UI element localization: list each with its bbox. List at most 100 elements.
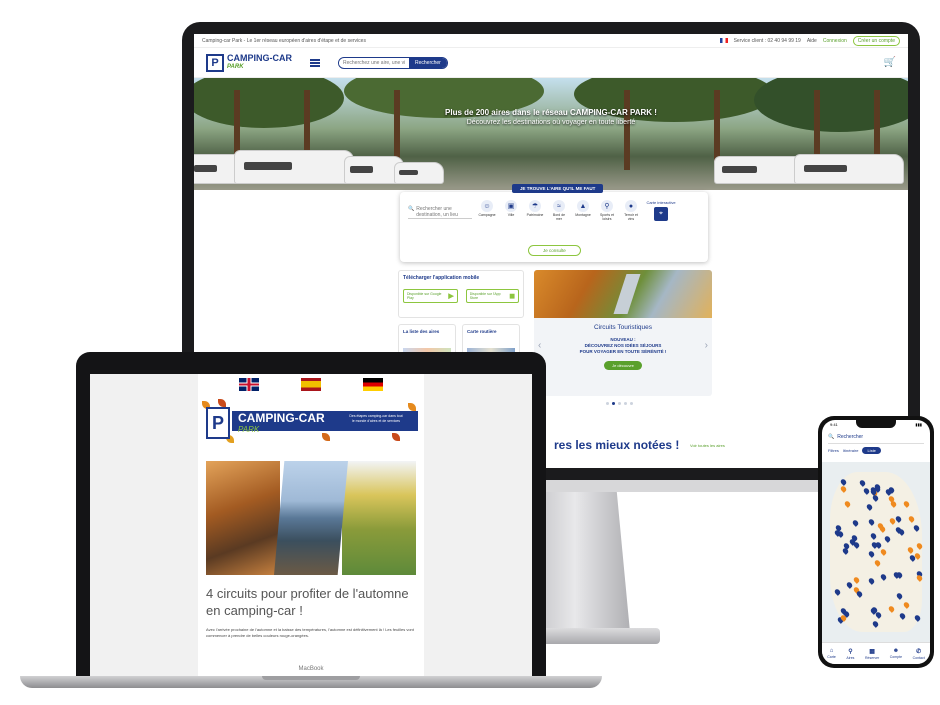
park-photo: [342, 461, 416, 575]
coast-photo: [274, 461, 348, 575]
bike-icon: ⚲: [601, 200, 613, 212]
category-sports[interactable]: ⚲ Sports et loisirs: [598, 200, 616, 221]
list-toggle[interactable]: Liste: [862, 447, 881, 454]
top-info-strip: Camping-car Park - Le 1er réseau europée…: [194, 34, 908, 48]
app-box-title: Télécharger l'application mobile: [403, 275, 480, 281]
tab-carte[interactable]: ⌂ Carte: [827, 648, 836, 659]
phone-search[interactable]: 🔍 Rechercher: [828, 434, 924, 444]
menu-icon[interactable]: [310, 58, 320, 67]
cart-icon[interactable]: 🛒: [884, 57, 896, 68]
category-montagne[interactable]: ▲ Montagne: [574, 200, 592, 217]
beach-icon: ☂: [529, 200, 541, 212]
finder-submit-button[interactable]: Je consulte: [528, 245, 581, 256]
forest-photo: [206, 461, 280, 575]
tab-compte[interactable]: ☻ Compte: [890, 648, 902, 659]
circuit-discover-button[interactable]: Je découvre: [604, 361, 642, 370]
circuits-carousel: ‹ › Circuits Touristiques NOUVEAU : DÉCO…: [534, 270, 712, 396]
newsletter-brand-sub: PARK: [238, 425, 260, 434]
circuit-title: Circuits Touristiques: [593, 324, 653, 331]
tab-contact[interactable]: ✆ Contact: [913, 648, 925, 660]
city-icon: ▣: [505, 200, 517, 212]
carousel-dots[interactable]: [606, 402, 633, 405]
help-link[interactable]: Aide: [807, 38, 817, 44]
language-flags: [198, 374, 424, 391]
category-campagne[interactable]: ☺ Campagne: [478, 200, 496, 217]
newsletter-email: P CAMPING-CAR PARK Des étapes camping-car…: [198, 374, 424, 676]
carousel-next-icon[interactable]: ›: [705, 340, 708, 351]
spain-flag-icon[interactable]: [301, 378, 321, 391]
category-ville[interactable]: ▣ Ville: [502, 200, 520, 217]
finder-tab[interactable]: JE TROUVE L'AIRE QU'IL ME FAUT: [512, 184, 604, 193]
autumn-photos: [206, 461, 416, 575]
user-icon: ☻: [892, 648, 900, 654]
language-flag-icon[interactable]: [719, 38, 728, 43]
newsletter-logo: P: [206, 407, 230, 439]
macbook-label: MacBook: [298, 666, 324, 672]
newsletter-body: Avec l'arrivée prochaine de l'automne et…: [206, 627, 414, 638]
phone-time: 9:41: [830, 422, 838, 427]
drop-icon: ●: [625, 200, 637, 212]
newsletter-brand: CAMPING-CAR: [238, 411, 325, 425]
site-logo[interactable]: P CAMPING-CAR PARK: [206, 52, 292, 72]
battery-icon: ▮▮▮: [915, 422, 922, 427]
tab-aires[interactable]: ⚲ Aires: [846, 648, 854, 660]
magnifier-icon: 🔍: [408, 206, 415, 212]
lake-icon: ≈: [553, 200, 565, 212]
app-store-button[interactable]: Disponible sur l'App Store ◼: [465, 289, 519, 303]
best-rated-link[interactable]: Voir toutes les aires: [690, 443, 725, 448]
logo-p-icon: P: [206, 53, 224, 72]
macbook-notch: [262, 676, 360, 680]
map-icon: ⌂: [829, 648, 834, 654]
signup-button[interactable]: Créer un compte: [852, 35, 900, 46]
mobile-app-box: Télécharger l'application mobile Disponi…: [398, 270, 524, 318]
circuit-photo: [534, 270, 712, 318]
filters-button[interactable]: Filtres: [828, 448, 839, 453]
phone-notch: [856, 420, 896, 428]
circuit-body: NOUVEAU : DÉCOUVREZ NOS IDÉES SÉJOURS PO…: [579, 337, 667, 354]
login-link[interactable]: Connexion: [823, 38, 847, 44]
macbook-lid: P CAMPING-CAR PARK Des étapes camping-car…: [76, 352, 546, 676]
magnifier-icon: 🔍: [828, 434, 835, 440]
google-play-button[interactable]: Disponible sur Google Play ▶: [403, 289, 458, 303]
device-mockup-scene: Camping-car Park - Le 1er réseau europée…: [0, 0, 940, 705]
site-search-bar: Rechercher: [338, 56, 448, 69]
best-rated-title: res les mieux notées !: [554, 438, 680, 452]
logo-sub: PARK: [227, 63, 244, 70]
germany-flag-icon[interactable]: [363, 378, 383, 391]
mountain-icon: ▲: [577, 200, 589, 212]
apple-icon: ◼: [509, 293, 515, 300]
newsletter-banner: P CAMPING-CAR PARK Des étapes camping-car…: [202, 399, 418, 445]
route-button[interactable]: Itinéraire: [843, 448, 859, 453]
hero-banner: Plus de 200 aires dans le réseau CAMPING…: [194, 78, 908, 190]
site-search-input[interactable]: [339, 59, 409, 66]
customer-service-phone[interactable]: Service client : 02 40 94 99 19: [734, 38, 801, 44]
map-pin-icon: ⌖: [654, 207, 668, 221]
uk-flag-icon[interactable]: [239, 378, 259, 391]
area-finder-card: JE TROUVE L'AIRE QU'IL ME FAUT 🔍 Recherch…: [400, 184, 708, 262]
newsletter-tagline: Des étapes camping-car dans tout le mond…: [349, 414, 403, 423]
hero-subline: Découvrez les destinations où voyager en…: [466, 119, 636, 126]
tab-reserver[interactable]: ▦ Réserver: [865, 648, 879, 660]
category-patrimoine[interactable]: ☂ Patrimoine: [526, 200, 544, 217]
site-header: P CAMPING-CARPARK Rechercher 🛒: [194, 48, 908, 78]
hero-text: Plus de 200 aires dans le réseau CAMPING…: [194, 108, 908, 126]
phone-screen: 9:41 ▮▮▮ 🔍 Rechercher Filtres Itinéraire…: [822, 420, 930, 664]
interactive-map-link[interactable]: Carte interactive ⌖: [646, 200, 676, 221]
site-search-button[interactable]: Rechercher: [409, 57, 447, 68]
phone-map[interactable]: [822, 462, 930, 642]
phone-tab-bar: ⌂ Carte ⚲ Aires ▦ Réserver ☻ Compte ✆ Contact: [822, 642, 930, 664]
phone-filter-row: Filtres Itinéraire Liste: [822, 444, 930, 457]
calendar-icon: ▦: [869, 648, 875, 655]
smartphone: 9:41 ▮▮▮ 🔍 Rechercher Filtres Itinéraire…: [818, 416, 934, 668]
logo-name: CAMPING-CAR: [227, 52, 292, 63]
newsletter-headline: 4 circuits pour profiter de l'automne en…: [206, 586, 409, 618]
category-terroir[interactable]: ● Terroir et vins: [622, 200, 640, 221]
person-icon: ☺: [481, 200, 493, 212]
phone-icon: ✆: [916, 648, 922, 655]
carousel-prev-icon[interactable]: ‹: [538, 340, 541, 351]
hero-headline: Plus de 200 aires dans le réseau CAMPING…: [445, 108, 657, 117]
play-icon: ▶: [448, 293, 454, 300]
category-bord-de-mer[interactable]: ≈ Bord de mer: [550, 200, 568, 221]
finder-search-input[interactable]: 🔍 Rechercher une destination, un lieu: [408, 200, 472, 219]
search-icon: ⚲: [848, 648, 853, 655]
